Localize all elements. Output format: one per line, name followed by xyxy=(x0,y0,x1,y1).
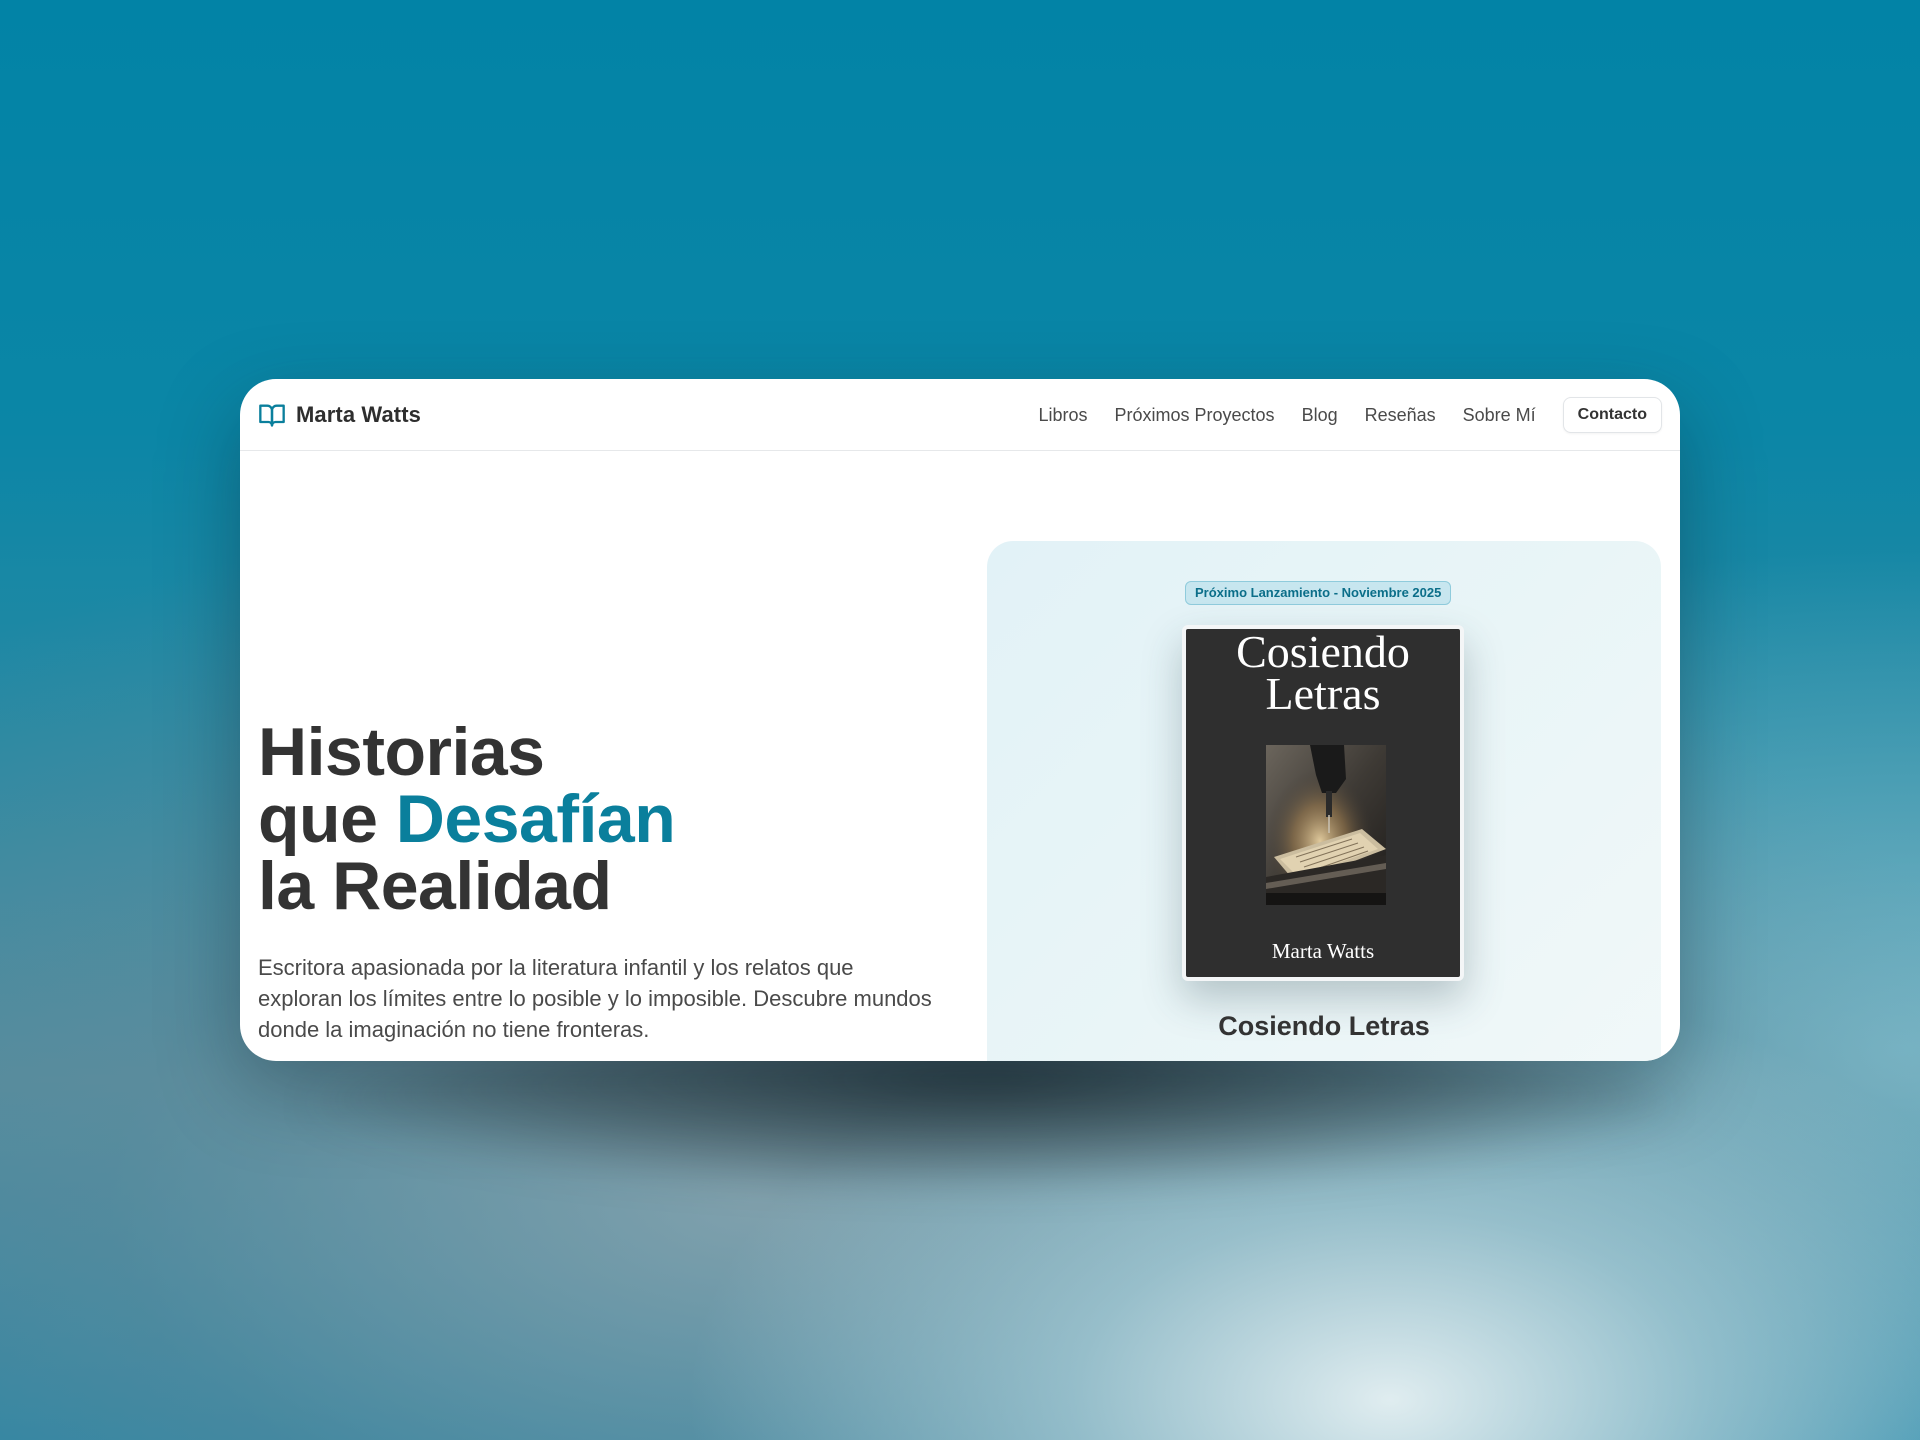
contact-button[interactable]: Contacto xyxy=(1562,397,1662,433)
hero-title-line3: la Realidad xyxy=(258,848,612,924)
navbar: Marta Watts Libros Próximos Proyectos Bl… xyxy=(240,379,1680,451)
hero-title-accent: Desafían xyxy=(395,781,676,857)
book-cover[interactable]: Cosiendo Letras Marta Watts xyxy=(1182,625,1464,981)
hero-section: Historias que Desafían la Realidad Escri… xyxy=(258,718,978,1045)
nav-link-resenas[interactable]: Reseñas xyxy=(1365,405,1436,426)
cover-title: Cosiendo Letras xyxy=(1186,629,1460,717)
nav-link-sobre-mi[interactable]: Sobre Mí xyxy=(1463,405,1536,426)
open-book-icon xyxy=(259,404,285,427)
browser-window: Marta Watts Libros Próximos Proyectos Bl… xyxy=(240,379,1680,1061)
brand-name: Marta Watts xyxy=(296,402,421,427)
cover-title-line2: Letras xyxy=(1265,668,1381,719)
sewing-machine-photo xyxy=(1266,745,1386,905)
hero-title-line2-prefix: que xyxy=(258,781,396,857)
release-badge: Próximo Lanzamiento - Noviembre 2025 xyxy=(1185,581,1452,605)
nav-link-blog[interactable]: Blog xyxy=(1302,405,1338,426)
hero-description: Escritora apasionada por la literatura i… xyxy=(258,955,932,1042)
cover-author: Marta Watts xyxy=(1271,939,1375,963)
brand-logo[interactable]: Marta Watts xyxy=(258,379,421,451)
nav-link-proximos-proyectos[interactable]: Próximos Proyectos xyxy=(1115,405,1275,426)
hero-title: Historias que Desafían la Realidad xyxy=(258,718,978,920)
nav-links: Libros Próximos Proyectos Blog Reseñas S… xyxy=(1038,379,1662,451)
nav-link-libros[interactable]: Libros xyxy=(1038,405,1087,426)
hero-title-line1: Historias xyxy=(258,714,545,790)
featured-book-panel: Próximo Lanzamiento - Noviembre 2025 Cos… xyxy=(987,541,1661,1061)
book-title[interactable]: Cosiendo Letras xyxy=(987,1011,1661,1042)
